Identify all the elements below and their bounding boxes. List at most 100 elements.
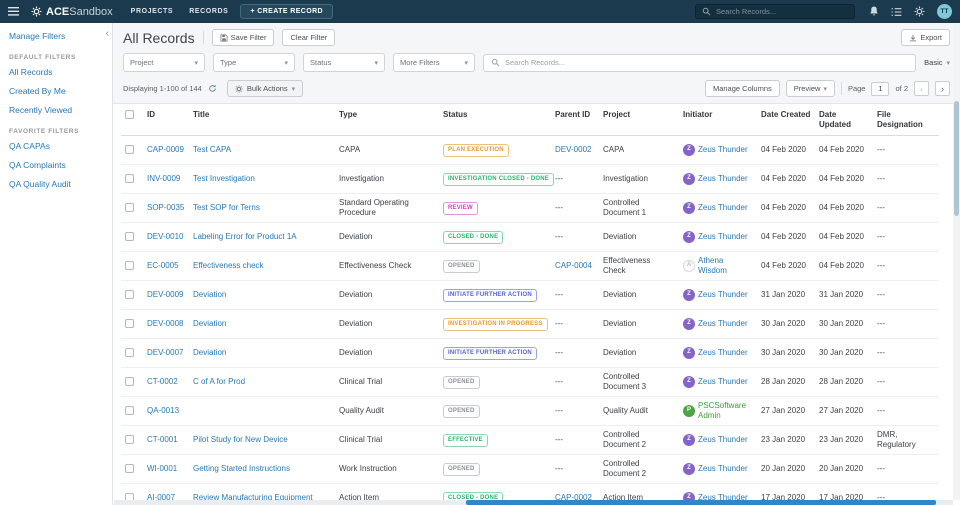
notifications-bell-icon[interactable]	[869, 6, 879, 17]
refresh-icon[interactable]	[208, 84, 217, 93]
initiator-link[interactable]: Zeus Thunder	[698, 377, 748, 387]
parent-id-link[interactable]: ---	[555, 232, 563, 241]
row-checkbox[interactable]	[125, 464, 134, 473]
records-search[interactable]	[483, 54, 916, 72]
filter-dropdown[interactable]: Type▾	[213, 53, 295, 72]
table-row[interactable]: CT-0001 Pilot Study for New Device Clini…	[121, 426, 939, 455]
save-filter-button[interactable]: Save Filter	[212, 29, 275, 46]
record-id-link[interactable]: DEV-0007	[147, 348, 183, 357]
record-title-link[interactable]: Getting Started Instructions	[193, 464, 290, 473]
parent-id-link[interactable]: ---	[555, 290, 563, 299]
parent-id-link[interactable]: ---	[555, 203, 563, 212]
row-checkbox[interactable]	[125, 145, 134, 154]
tasks-list-icon[interactable]	[891, 7, 902, 17]
row-checkbox[interactable]	[125, 406, 134, 415]
table-row[interactable]: WI-0001 Getting Started Instructions Wor…	[121, 455, 939, 484]
table-row[interactable]: QA-0013 Quality Audit OPENED --- Quality…	[121, 397, 939, 426]
initiator-link[interactable]: Zeus Thunder	[698, 348, 748, 358]
record-title-link[interactable]: Test CAPA	[193, 145, 231, 154]
record-id-link[interactable]: DEV-0010	[147, 232, 183, 241]
column-header[interactable]: Type	[335, 104, 439, 136]
page-number-input[interactable]	[871, 82, 889, 96]
view-mode-dropdown[interactable]: Basic▾	[924, 58, 950, 67]
record-id-link[interactable]: WI-0001	[147, 464, 177, 473]
parent-id-link[interactable]: ---	[555, 435, 563, 444]
row-checkbox[interactable]	[125, 174, 134, 183]
hamburger-menu-icon[interactable]	[8, 7, 19, 16]
column-header[interactable]: Title	[189, 104, 335, 136]
record-title-link[interactable]: Test Investigation	[193, 174, 255, 183]
horizontal-scrollbar[interactable]	[114, 500, 953, 505]
record-title-link[interactable]: Deviation	[193, 290, 226, 299]
nav-records[interactable]: RECORDS	[189, 8, 228, 15]
initiator-link[interactable]: Zeus Thunder	[698, 464, 748, 474]
record-id-link[interactable]: DEV-0009	[147, 290, 183, 299]
record-title-link[interactable]: Deviation	[193, 348, 226, 357]
sidebar-filter-link[interactable]: Recently Viewed	[9, 105, 106, 115]
record-id-link[interactable]: CAP-0009	[147, 145, 184, 154]
manage-columns-button[interactable]: Manage Columns	[705, 80, 780, 97]
parent-id-link[interactable]: CAP-0004	[555, 261, 592, 270]
parent-id-link[interactable]: ---	[555, 319, 563, 328]
table-row[interactable]: DEV-0008 Deviation Deviation INVESTIGATI…	[121, 310, 939, 339]
initiator-link[interactable]: Zeus Thunder	[698, 203, 748, 213]
initiator-link[interactable]: Athena Wisdom	[698, 256, 753, 276]
table-row[interactable]: DEV-0010 Labeling Error for Product 1A D…	[121, 223, 939, 252]
record-title-link[interactable]: Test SOP for Terns	[193, 203, 260, 212]
parent-id-link[interactable]: DEV-0002	[555, 145, 591, 154]
column-header[interactable]: Initiator	[679, 104, 757, 136]
table-row[interactable]: CT-0002 C of A for Prod Clinical Trial O…	[121, 368, 939, 397]
parent-id-link[interactable]: ---	[555, 174, 563, 183]
horizontal-scrollbar-thumb[interactable]	[466, 500, 936, 505]
prev-page-button[interactable]: ‹	[914, 81, 929, 96]
app-logo[interactable]: ACESandbox	[31, 6, 113, 18]
table-row[interactable]: CAP-0009 Test CAPA CAPA PLAN EXECUTION D…	[121, 136, 939, 165]
column-header[interactable]: ID	[143, 104, 189, 136]
parent-id-link[interactable]: ---	[555, 406, 563, 415]
record-id-link[interactable]: DEV-0008	[147, 319, 183, 328]
vertical-scrollbar-thumb[interactable]	[954, 101, 959, 216]
column-header[interactable]: Status	[439, 104, 551, 136]
filter-dropdown[interactable]: Project▾	[123, 53, 205, 72]
row-checkbox[interactable]	[125, 319, 134, 328]
initiator-link[interactable]: PSCSoftware Admin	[698, 401, 753, 421]
navbar-search[interactable]	[695, 4, 855, 19]
filter-dropdown[interactable]: Status▾	[303, 53, 385, 72]
initiator-link[interactable]: Zeus Thunder	[698, 232, 748, 242]
create-record-button[interactable]: + CREATE RECORD	[240, 4, 333, 19]
row-checkbox[interactable]	[125, 232, 134, 241]
record-title-link[interactable]: C of A for Prod	[193, 377, 245, 386]
preview-button[interactable]: Preview▾	[786, 80, 835, 97]
parent-id-link[interactable]: ---	[555, 377, 563, 386]
column-header[interactable]: File Designation	[873, 104, 939, 136]
parent-id-link[interactable]: ---	[555, 348, 563, 357]
navbar-search-input[interactable]	[716, 7, 848, 16]
nav-projects[interactable]: PROJECTS	[131, 8, 174, 15]
export-button[interactable]: Export	[901, 29, 950, 46]
row-checkbox[interactable]	[125, 435, 134, 444]
initiator-link[interactable]: Zeus Thunder	[698, 435, 748, 445]
records-search-input[interactable]	[505, 58, 908, 67]
record-title-link[interactable]: Labeling Error for Product 1A	[193, 232, 297, 241]
record-title-link[interactable]: Effectiveness check	[193, 261, 264, 270]
select-all-checkbox[interactable]	[125, 110, 134, 119]
initiator-link[interactable]: Zeus Thunder	[698, 319, 748, 329]
record-id-link[interactable]: SOP-0035	[147, 203, 184, 212]
settings-gear-icon[interactable]	[914, 6, 925, 17]
table-row[interactable]: DEV-0009 Deviation Deviation INITIATE FU…	[121, 281, 939, 310]
sidebar-filter-link[interactable]: QA Complaints	[9, 160, 106, 170]
bulk-actions-button[interactable]: Bulk Actions▾	[227, 80, 303, 97]
row-checkbox[interactable]	[125, 377, 134, 386]
record-title-link[interactable]: Pilot Study for New Device	[193, 435, 288, 444]
parent-id-link[interactable]: ---	[555, 464, 563, 473]
record-id-link[interactable]: CT-0002	[147, 377, 178, 386]
table-row[interactable]: SOP-0035 Test SOP for Terns Standard Ope…	[121, 194, 939, 223]
initiator-link[interactable]: Zeus Thunder	[698, 145, 748, 155]
table-row[interactable]: DEV-0007 Deviation Deviation INITIATE FU…	[121, 339, 939, 368]
sidebar-collapse-icon[interactable]: ‹	[104, 28, 111, 40]
record-id-link[interactable]: EC-0005	[147, 261, 179, 270]
next-page-button[interactable]: ›	[935, 81, 950, 96]
row-checkbox[interactable]	[125, 348, 134, 357]
column-header[interactable]: Parent ID	[551, 104, 599, 136]
record-id-link[interactable]: CT-0001	[147, 435, 178, 444]
